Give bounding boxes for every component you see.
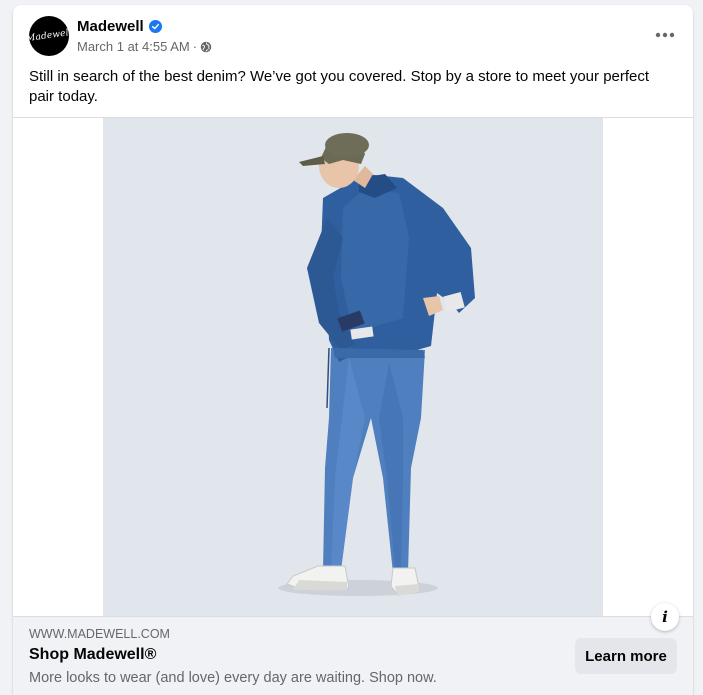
- link-description: More looks to wear (and love) every day …: [29, 670, 437, 686]
- post-media[interactable]: i: [13, 117, 693, 631]
- learn-more-button[interactable]: Learn more: [575, 638, 677, 674]
- link-title[interactable]: Shop Madewell®: [29, 646, 156, 664]
- avatar-logo-text: Madewell: [29, 27, 69, 45]
- model-illustration: [278, 133, 475, 596]
- post-timestamp[interactable]: March 1 at 4:55 AM: [77, 39, 190, 54]
- info-icon: i: [662, 608, 668, 626]
- product-photo[interactable]: [103, 118, 603, 617]
- more-options-button[interactable]: [649, 19, 681, 51]
- post-header: Madewell Madewell March 1 at 4:55 AM ·: [13, 5, 693, 63]
- link-domain: WWW.MADEWELL.COM: [29, 627, 170, 641]
- name-row: Madewell: [77, 18, 162, 35]
- link-preview[interactable]: WWW.MADEWELL.COM Shop Madewell® More loo…: [13, 616, 693, 695]
- globe-icon: [200, 41, 212, 52]
- feed-post: Madewell Madewell March 1 at 4:55 AM · S…: [13, 5, 693, 695]
- more-options-icon: [655, 32, 675, 38]
- post-caption: Still in search of the best denim? We’ve…: [29, 68, 650, 105]
- page-name-link[interactable]: Madewell: [77, 18, 144, 35]
- post-meta: March 1 at 4:55 AM ·: [77, 39, 212, 54]
- ad-info-button[interactable]: i: [651, 603, 679, 631]
- page-avatar[interactable]: Madewell: [29, 16, 69, 56]
- meta-separator: ·: [192, 39, 198, 54]
- verified-badge-icon: [148, 20, 162, 33]
